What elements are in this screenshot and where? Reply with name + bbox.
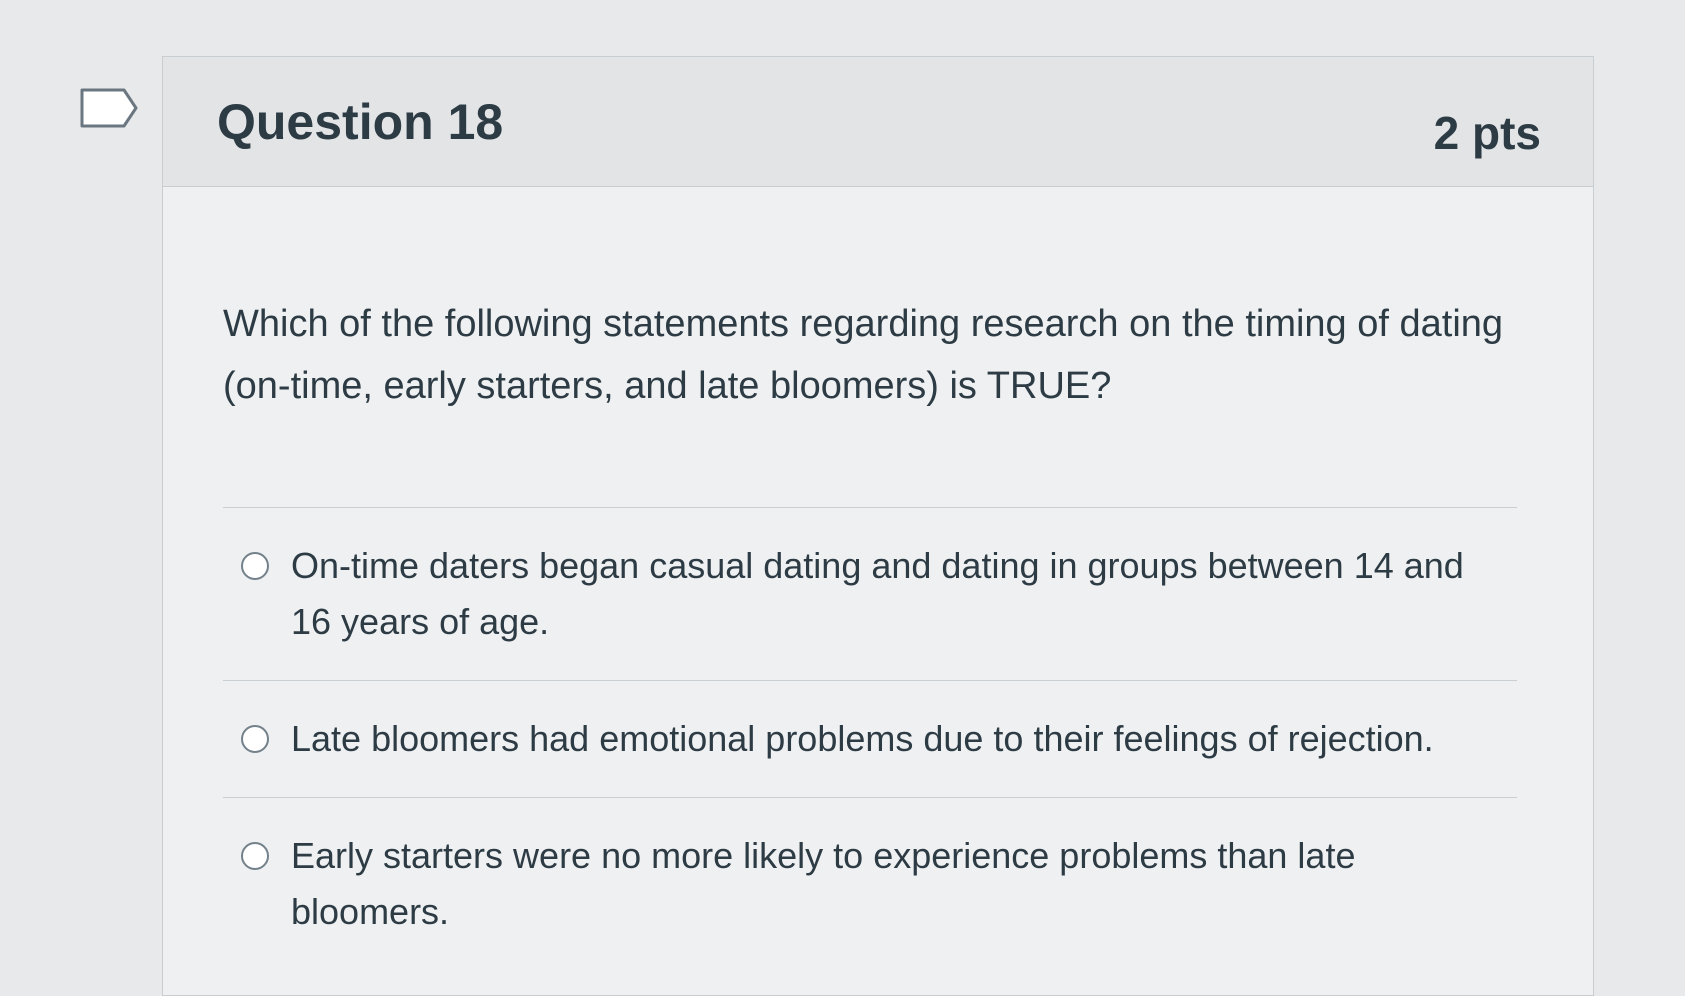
question-text: Which of the following statements regard… <box>223 303 1504 407</box>
answer-option[interactable]: On-time daters began casual dating and d… <box>223 507 1517 680</box>
flag-question-icon[interactable] <box>80 88 138 128</box>
question-points: 2 pts <box>1433 106 1541 159</box>
answer-option[interactable]: Early starters were no more likely to ex… <box>223 797 1517 970</box>
answer-label[interactable]: On-time daters began casual dating and d… <box>291 538 1491 650</box>
question-header: Question 18 2 pts <box>163 57 1593 187</box>
answer-label[interactable]: Late bloomers had emotional problems due… <box>291 711 1491 767</box>
answer-list: On-time daters began casual dating and d… <box>223 507 1517 970</box>
radio-button[interactable] <box>241 842 269 870</box>
question-card: Question 18 2 pts Which of the following… <box>162 56 1594 996</box>
radio-button[interactable] <box>241 552 269 580</box>
radio-button[interactable] <box>241 725 269 753</box>
answer-option[interactable]: Late bloomers had emotional problems due… <box>223 680 1517 797</box>
answer-label[interactable]: Early starters were no more likely to ex… <box>291 828 1491 940</box>
question-body: Which of the following statements regard… <box>163 187 1593 970</box>
question-title: Question 18 <box>217 93 504 150</box>
